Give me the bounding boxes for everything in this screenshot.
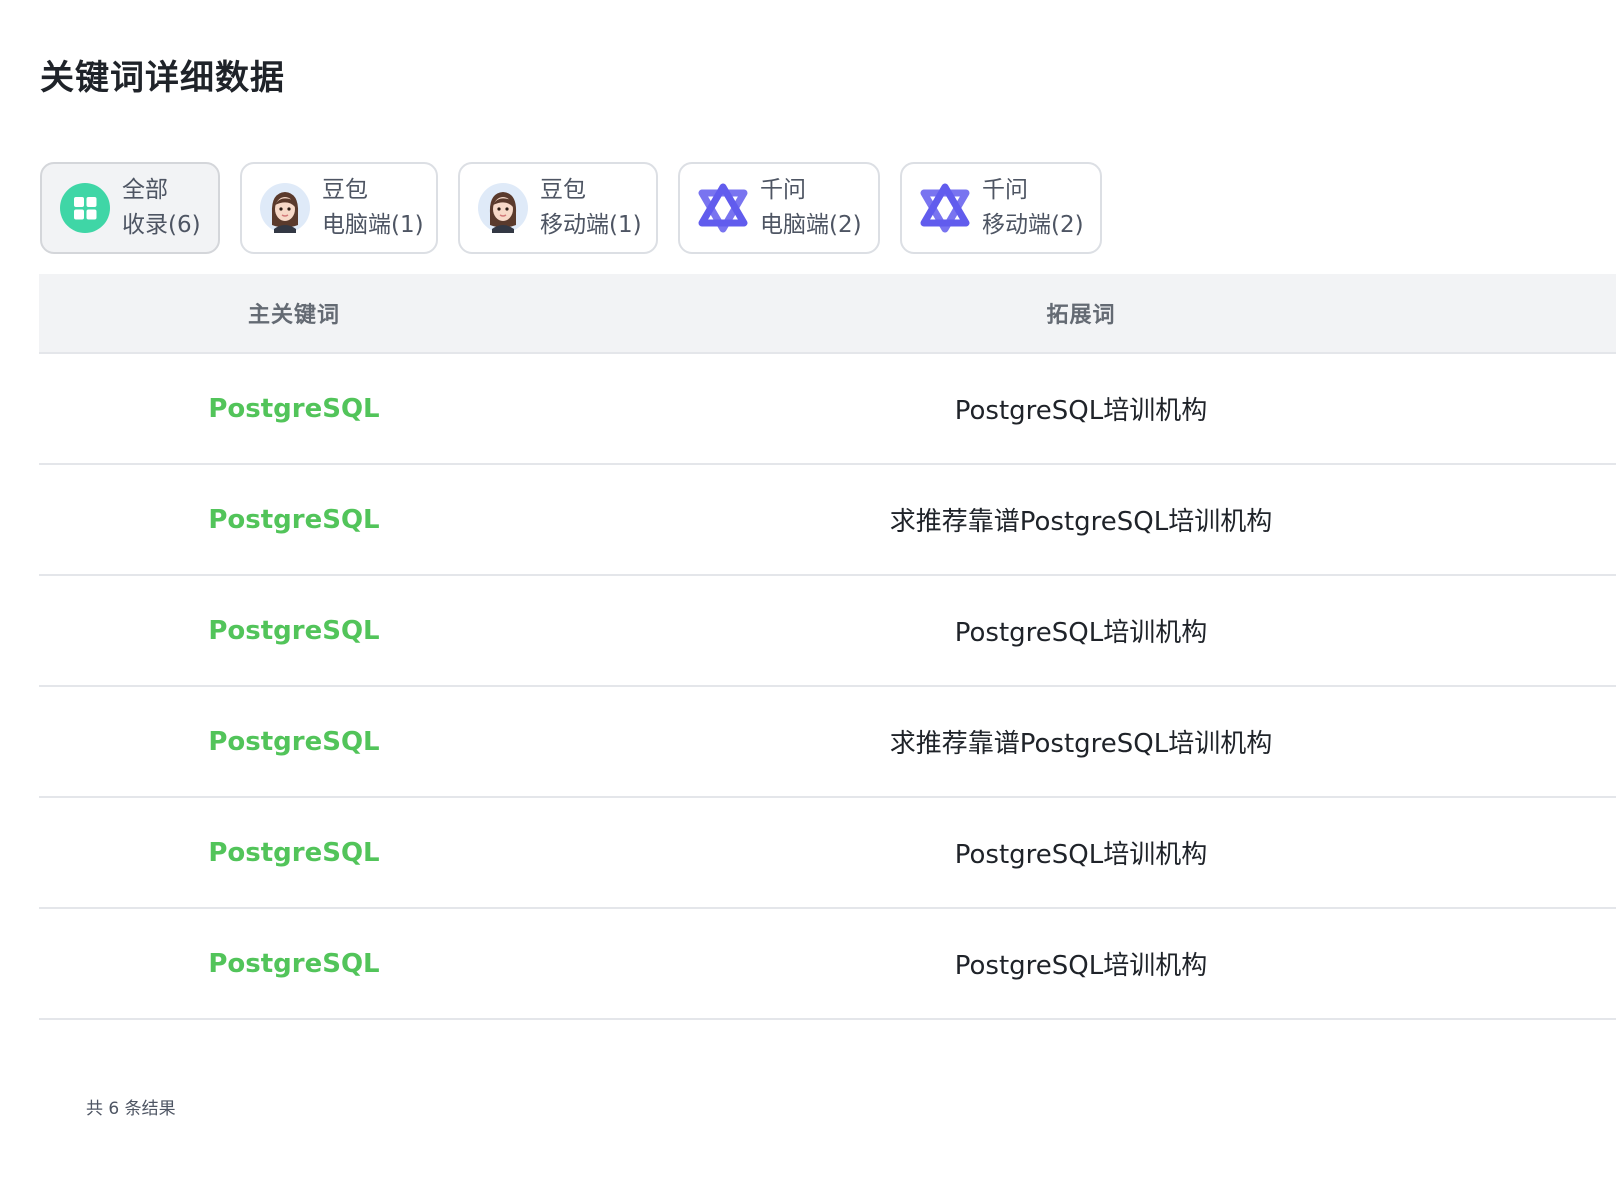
filter-count: 收录(6) — [122, 212, 201, 238]
column-header-main-keyword: 主关键词 — [247, 303, 340, 328]
table-row: PostgreSQL PostgreSQL培训机构 — [39, 798, 1616, 909]
filter-count: 移动端(1) — [540, 212, 642, 238]
extended-keyword-cell: PostgreSQL培训机构 — [954, 840, 1208, 870]
doubao-avatar-icon — [260, 183, 310, 233]
main-keyword-cell: PostgreSQL — [208, 837, 380, 868]
filter-all[interactable]: 全部 收录(6) — [40, 162, 220, 254]
extended-keyword-cell: 求推荐靠谱PostgreSQL培训机构 — [889, 729, 1273, 759]
platform-filter-bar: 全部 收录(6) 豆包 电脑端(1) 豆包 移动端(1) 千问 电脑端(2) 千… — [40, 162, 1102, 254]
qianwen-logo-icon — [920, 183, 970, 233]
filter-label: 千问 — [760, 177, 806, 203]
filter-doubao-mobile[interactable]: 豆包 移动端(1) — [458, 162, 658, 254]
filter-label: 豆包 — [540, 177, 586, 203]
keyword-table: 主关键词 拓展词 PostgreSQL PostgreSQL培训机构 Postg… — [39, 274, 1616, 1020]
extended-keyword-cell: PostgreSQL培训机构 — [954, 618, 1208, 648]
filter-label: 全部 — [122, 177, 168, 203]
table-row: PostgreSQL PostgreSQL培训机构 — [39, 354, 1616, 465]
qianwen-logo-icon — [698, 183, 748, 233]
main-keyword-cell: PostgreSQL — [208, 948, 380, 979]
table-header: 主关键词 拓展词 — [39, 274, 1616, 354]
filter-qianwen-desktop[interactable]: 千问 电脑端(2) — [678, 162, 880, 254]
column-header-extended-keyword: 拓展词 — [1046, 303, 1116, 328]
doubao-avatar-icon — [478, 183, 528, 233]
main-keyword-cell: PostgreSQL — [208, 615, 380, 646]
filter-count: 移动端(2) — [982, 212, 1084, 238]
filter-count: 电脑端(2) — [760, 212, 862, 238]
filter-doubao-desktop[interactable]: 豆包 电脑端(1) — [240, 162, 438, 254]
main-keyword-cell: PostgreSQL — [208, 504, 380, 535]
grid-icon — [60, 183, 110, 233]
page-title: 关键词详细数据 — [40, 58, 285, 98]
main-keyword-cell: PostgreSQL — [208, 393, 380, 424]
result-count: 共 6 条结果 — [86, 1099, 176, 1119]
extended-keyword-cell: PostgreSQL培训机构 — [954, 951, 1208, 981]
table-row: PostgreSQL 求推荐靠谱PostgreSQL培训机构 — [39, 687, 1616, 798]
table-row: PostgreSQL PostgreSQL培训机构 — [39, 909, 1616, 1020]
extended-keyword-cell: PostgreSQL培训机构 — [954, 396, 1208, 426]
extended-keyword-cell: 求推荐靠谱PostgreSQL培训机构 — [889, 507, 1273, 537]
table-row: PostgreSQL 求推荐靠谱PostgreSQL培训机构 — [39, 465, 1616, 576]
main-keyword-cell: PostgreSQL — [208, 726, 380, 757]
filter-label: 豆包 — [322, 177, 368, 203]
filter-label: 千问 — [982, 177, 1028, 203]
filter-qianwen-mobile[interactable]: 千问 移动端(2) — [900, 162, 1102, 254]
table-row: PostgreSQL PostgreSQL培训机构 — [39, 576, 1616, 687]
filter-count: 电脑端(1) — [322, 212, 424, 238]
